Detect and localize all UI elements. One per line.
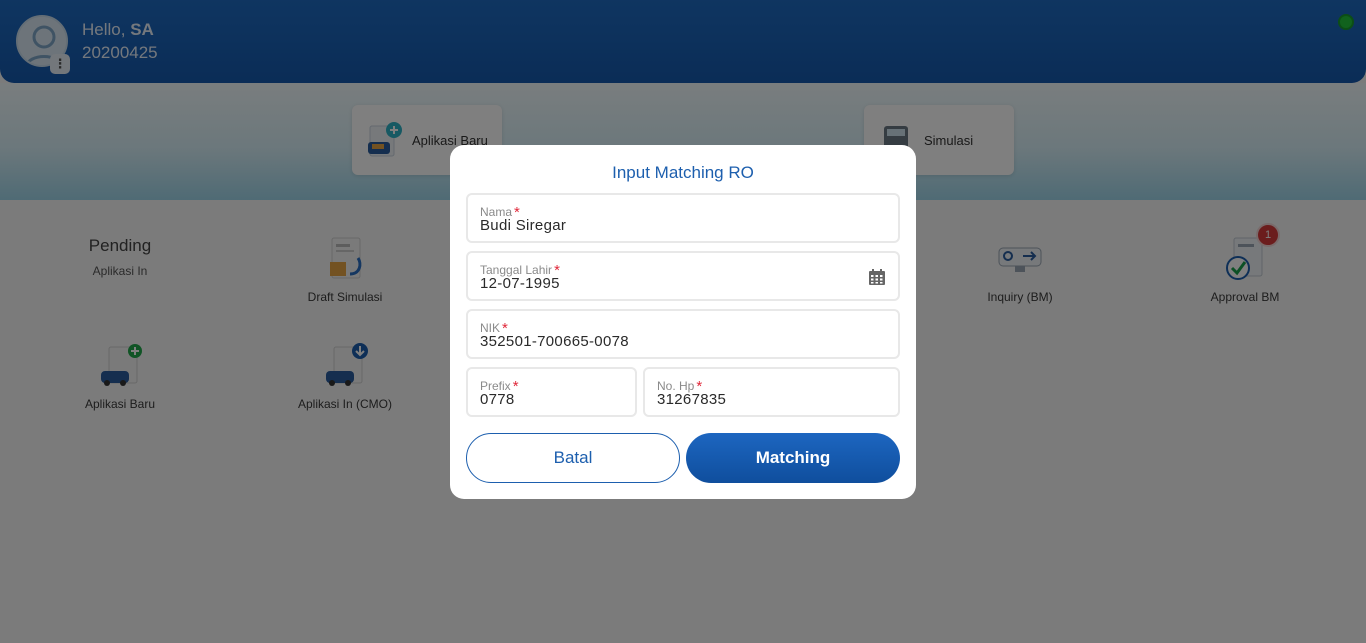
calendar-icon[interactable] (868, 268, 886, 286)
nama-field[interactable]: Nama * Budi Siregar (466, 193, 900, 243)
prefix-value: 0778 (480, 391, 515, 408)
matching-ro-dialog: Input Matching RO Nama * Budi Siregar Tan… (450, 145, 916, 499)
tanggal-lahir-value: 12-07-1995 (480, 275, 560, 292)
no-hp-value: 31267835 (657, 391, 727, 408)
dialog-title: Input Matching RO (612, 163, 754, 182)
matching-button[interactable]: Matching (686, 433, 900, 483)
tanggal-lahir-field[interactable]: Tanggal Lahir * 12-07-1995 (466, 251, 900, 301)
nik-value: 352501-700665-0078 (480, 333, 629, 350)
no-hp-field[interactable]: No. Hp * 31267835 (643, 367, 900, 417)
nik-field[interactable]: NIK * 352501-700665-0078 (466, 309, 900, 359)
nama-value: Budi Siregar (480, 217, 567, 234)
cancel-button[interactable]: Batal (466, 433, 680, 483)
prefix-field[interactable]: Prefix * 0778 (466, 367, 637, 417)
